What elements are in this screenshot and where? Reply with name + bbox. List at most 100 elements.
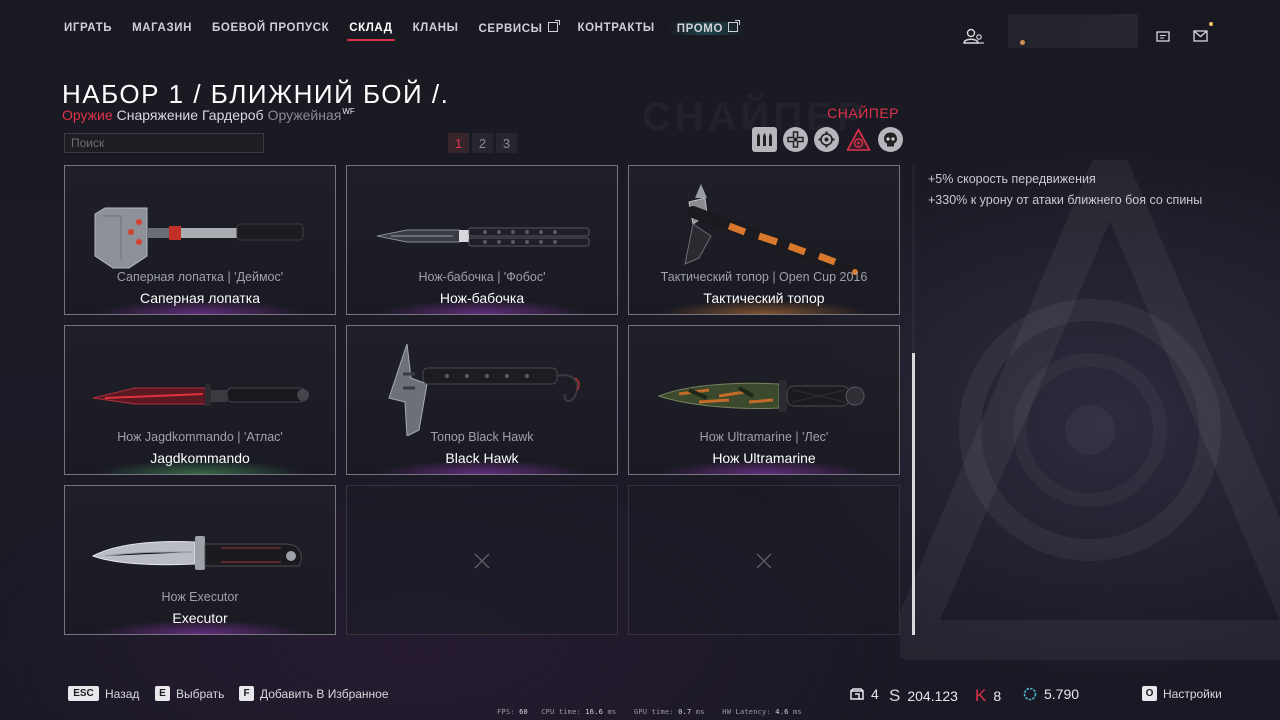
ultramarine-knife-icon [657,380,865,412]
item-card[interactable]: Нож Jagdkommando | 'Атлас' Jagdkommando [64,325,336,475]
class-bonuses: +5% скорость передвижения +330% к урону … [928,169,1202,211]
tab-weapons[interactable]: Оружие [62,107,113,123]
nav-clans[interactable]: КЛАНЫ [413,22,459,34]
mail-icon[interactable] [1193,30,1208,42]
page-title: НАБОР 1 / БЛИЖНИЙ БОЙ /. [62,79,450,110]
rarity-glow [377,460,587,474]
rarity-glow [659,300,869,314]
item-card[interactable]: Топор Black Hawk Black Hawk [346,325,618,475]
empty-slot-icon [756,553,772,569]
chat-icon[interactable] [1156,31,1170,43]
tab-equipment[interactable]: Снаряжение [117,107,198,123]
item-card[interactable]: Саперная лопатка | 'Деймос' Саперная лоп… [64,165,336,315]
boxes-value: 4 [871,686,879,702]
key-e: E [155,686,170,701]
performance-overlay: FPS: 60 CPU time: 16.6 ms GPU time: 0.7 … [497,708,802,716]
engineer-icon[interactable] [814,127,839,152]
nav-promo-label: ПРОМО [676,22,724,35]
item-skin-name: Тактический топор | Open Cup 2016 [660,270,868,284]
page-button-3[interactable]: 3 [496,133,517,153]
item-skin-name: Саперная лопатка | 'Деймос' [116,270,284,284]
scrollbar-thumb[interactable] [912,353,915,635]
bonus-line: +5% скорость передвижения [928,172,1096,186]
back-label: Назад [105,686,140,701]
empty-slot[interactable] [628,485,900,635]
black-hawk-axe-icon [388,344,580,436]
box-icon [850,688,864,700]
nav-contracts[interactable]: КОНТРАКТЫ [578,22,655,34]
player-profile[interactable] [1008,14,1138,48]
cpu-label: CPU time: [541,708,581,716]
key-f: F [239,686,254,701]
nav-battle-pass[interactable]: БОЕВОЙ ПРОПУСК [212,22,329,34]
kredits-icon: K [975,686,987,705]
search-input[interactable] [65,134,263,152]
item-grid: Саперная лопатка | 'Деймос' Саперная лоп… [64,165,902,635]
key-esc: ESC [68,686,99,701]
add-favorite-button[interactable]: F Добавить В Избранное [239,686,389,701]
rarity-glow [95,460,305,474]
item-skin-name: Нож Jagdkommando | 'Атлас' [117,430,283,444]
external-link-icon [547,19,560,32]
add-favorite-label: Добавить В Избранное [260,686,389,701]
item-skin-name: Нож-бабочка | 'Фобос' [418,270,546,284]
item-card[interactable]: Нож-бабочка | 'Фобос' Нож-бабочка [346,165,618,315]
warbucks-counter: S 204.123 [889,686,958,706]
select-button[interactable]: E Выбрать [155,686,224,701]
item-skin-name: Нож Ultramarine | 'Лес' [699,430,829,444]
ammo-icon[interactable] [752,127,777,152]
rarity-glow [377,300,587,314]
nav-services[interactable]: СЕРВИСЫ [479,19,560,35]
item-card[interactable]: Нож Executor Executor [64,485,336,635]
fps-value: 60 [519,708,528,716]
medic-icon[interactable] [783,127,808,152]
gpu-label: GPU time: [633,708,674,716]
nav-promo[interactable]: ПРОМО [668,19,747,35]
kredits-counter: K 8 [975,686,1001,706]
cpu-value: 16.6 [585,708,604,716]
page-button-2[interactable]: 2 [472,133,493,153]
sniper-icon[interactable] [845,127,872,154]
latency-unit: ms [792,708,802,716]
nav-play[interactable]: ИГРАТЬ [64,22,112,34]
item-card[interactable]: Тактический топор | Open Cup 2016 Тактич… [628,165,900,315]
crowns-counter: 5.790 [1023,686,1079,702]
kredits-value: 8 [993,688,1002,704]
item-skin-name: Топор Black Hawk [430,430,534,444]
item-card[interactable]: Нож Ultramarine | 'Лес' Нож Ultramarine [628,325,900,475]
crowns-value: 5.790 [1044,686,1080,702]
page-button-1[interactable]: 1 [448,133,469,153]
latency-value: 4.6 [775,708,789,716]
empty-slot-icon [474,553,490,569]
tab-armory[interactable]: ОружейнаяWF [268,107,355,123]
empty-slot[interactable] [346,485,618,635]
nav-inventory[interactable]: СКЛАД [347,22,395,41]
bottom-bar: ESC Назад E Выбрать F Добавить В Избранн… [0,686,1280,706]
notification-dot [1209,22,1213,26]
class-filter [752,127,903,154]
search-field[interactable] [64,133,264,153]
pagination: 1 2 3 [448,133,517,153]
jagdkommando-knife-icon [92,384,309,406]
crown-icon [1023,687,1037,701]
back-button[interactable]: ESC Назад [68,686,139,701]
settings-button[interactable]: O Настройки [1142,686,1222,701]
rarity-glow [95,300,305,314]
key-o: O [1142,686,1157,701]
class-label: СНАЙПЕР [827,105,899,121]
tab-wardrobe[interactable]: Гардероб [202,107,264,123]
tactical-axe-icon [684,184,865,276]
boxes-counter: 4 [850,686,879,702]
latency-label: HW Latency: [722,708,771,716]
category-tabs: Оружие Снаряжение Гардероб ОружейнаяWF [62,107,355,123]
nav-shop[interactable]: МАГАЗИН [132,22,192,34]
sed-icon[interactable] [878,127,903,152]
settings-label: Настройки [1163,686,1222,701]
bonus-line: +330% к урону от атаки ближнего боя со с… [928,193,1203,207]
cpu-unit: ms [607,708,617,716]
faction-emblem-background [900,160,1280,660]
friends-icon[interactable] [963,28,985,44]
fps-label: FPS: [497,708,515,716]
shovel-icon [94,207,304,269]
gpu-unit: ms [695,708,705,716]
